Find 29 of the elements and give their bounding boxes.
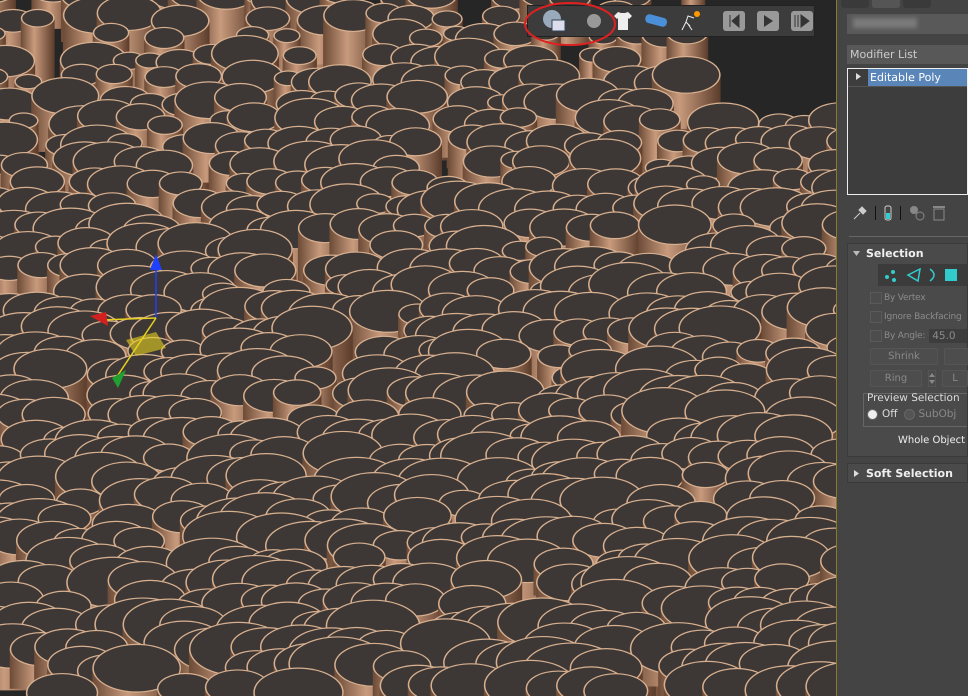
- selection-status: Whole Object: [898, 435, 966, 446]
- move-gizmo-drawing[interactable]: [90, 254, 166, 388]
- rollout-title[interactable]: Soft Selection: [866, 466, 953, 480]
- play-icon[interactable]: [756, 8, 780, 34]
- polygon-icon[interactable]: [944, 268, 958, 282]
- expand-arrow-icon[interactable]: [854, 72, 862, 80]
- ring-loop-button[interactable]: L: [942, 370, 968, 387]
- group-title: Preview Selection: [867, 392, 961, 404]
- checkbox-label: By Vertex: [884, 293, 926, 303]
- ring-loop-button[interactable]: Ring: [870, 370, 922, 387]
- rollout-title[interactable]: Selection: [866, 246, 924, 260]
- triangle-icon[interactable]: [906, 268, 922, 282]
- trash-icon[interactable]: [933, 205, 945, 221]
- stack-item[interactable]: Editable Poly: [868, 69, 967, 86]
- pin-icon[interactable]: [853, 206, 867, 220]
- object-name-field[interactable]: [847, 14, 968, 34]
- collapse-arrow-icon[interactable]: [853, 470, 860, 476]
- radio-option[interactable]: SubObj: [904, 408, 956, 420]
- rewind-icon[interactable]: [722, 8, 746, 34]
- shrink-button[interactable]: Shrink: [870, 348, 938, 365]
- collapse-arrow-icon[interactable]: [853, 250, 860, 256]
- modifier-list-dropdown[interactable]: Modifier List: [847, 45, 968, 64]
- test-tube-icon[interactable]: [884, 205, 892, 221]
- spinner-icon[interactable]: [928, 370, 936, 387]
- checkbox-label: By Angle:: [884, 331, 926, 341]
- radio-option[interactable]: Off: [867, 408, 898, 420]
- forward-icon[interactable]: [790, 8, 814, 34]
- checkbox-label: Ignore Backfacing: [884, 312, 962, 322]
- environment-icon[interactable]: [542, 8, 566, 34]
